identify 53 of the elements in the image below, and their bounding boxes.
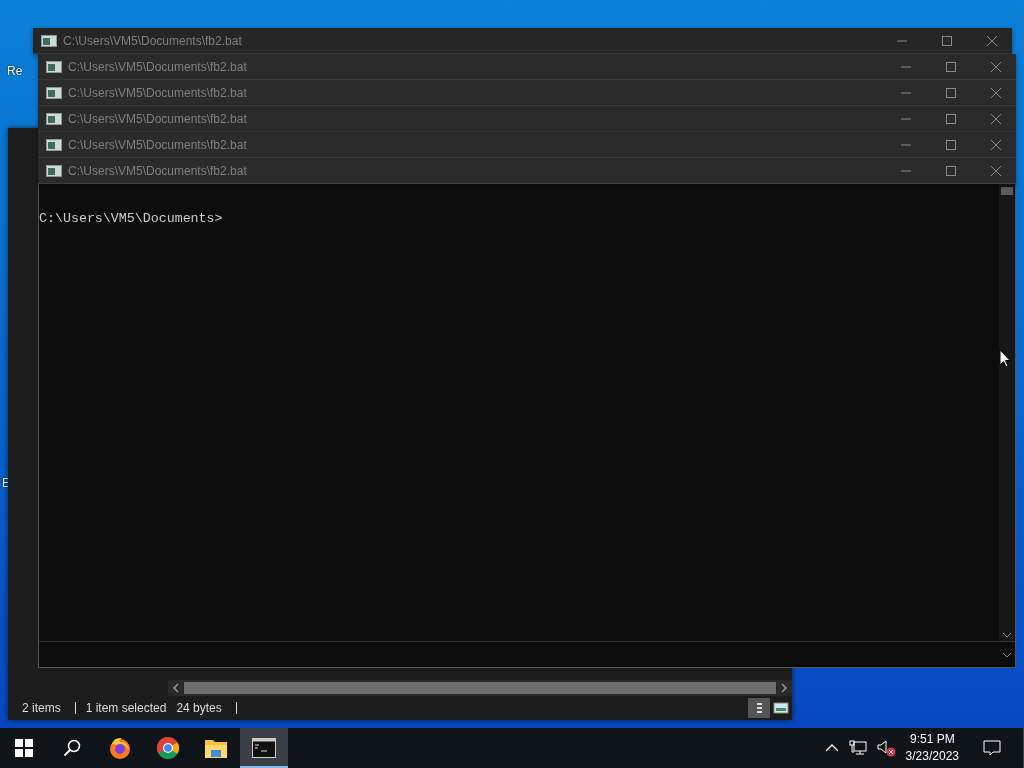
maximize-button[interactable] bbox=[945, 164, 957, 177]
close-button[interactable] bbox=[990, 112, 1002, 125]
details-view-icon[interactable] bbox=[748, 698, 770, 718]
maximize-button[interactable] bbox=[945, 138, 957, 151]
status-text: 1 item selected bbox=[85, 701, 168, 715]
status-text: 2 items bbox=[22, 701, 62, 715]
window-title: C:\Users\VM5\Documents\fb2.bat bbox=[68, 163, 247, 178]
folder-icon bbox=[204, 737, 228, 759]
console-icon bbox=[46, 164, 62, 177]
clock-time[interactable]: 9:51 PM bbox=[909, 731, 955, 748]
chevron-up-icon[interactable] bbox=[824, 743, 839, 753]
window-title-bar[interactable]: C:\Users\VM5\Documents\fb2.bat bbox=[33, 28, 1012, 54]
console-icon bbox=[46, 138, 62, 151]
windows-logo-icon bbox=[15, 739, 33, 757]
maximize-button[interactable] bbox=[941, 34, 953, 47]
search-icon bbox=[63, 739, 81, 757]
window-title: C:\Users\VM5\Documents\fb2.bat bbox=[63, 33, 242, 48]
maximize-button[interactable] bbox=[945, 86, 957, 99]
terminal-icon bbox=[252, 738, 276, 758]
console-icon bbox=[41, 34, 57, 47]
window-title: C:\Users\VM5\Documents\fb2.bat bbox=[68, 59, 247, 74]
status-text: 24 bytes bbox=[176, 701, 223, 715]
window-title: C:\Users\VM5\Documents\fb2.bat bbox=[68, 111, 247, 126]
window-title-bar[interactable]: C:\Users\VM5\Documents\fb2.bat bbox=[38, 80, 1016, 106]
desktop-icon-label: E bbox=[2, 476, 10, 490]
scrollbar-thumb[interactable] bbox=[1001, 187, 1013, 195]
window-title-bar[interactable]: C:\Users\VM5\Documents\fb2.bat bbox=[38, 158, 1016, 184]
close-button[interactable] bbox=[990, 86, 1002, 99]
network-icon[interactable] bbox=[848, 740, 867, 756]
scrollbar-thumb[interactable] bbox=[184, 682, 776, 694]
window-title-bar[interactable]: C:\Users\VM5\Documents\fb2.bat bbox=[38, 54, 1016, 80]
taskbar-button[interactable] bbox=[240, 728, 288, 768]
desktop-icon-label: Re bbox=[7, 64, 23, 78]
close-button[interactable] bbox=[986, 34, 998, 47]
window-title-bar[interactable]: C:\Users\VM5\Documents\fb2.bat bbox=[38, 132, 1016, 158]
close-button[interactable] bbox=[990, 138, 1002, 151]
mouse-pointer-icon bbox=[999, 349, 1011, 368]
window-title: C:\Users\VM5\Documents\fb2.bat bbox=[68, 137, 247, 152]
browser-icon bbox=[108, 736, 132, 760]
volume-muted-icon[interactable] bbox=[876, 739, 897, 757]
notification-icon[interactable] bbox=[983, 739, 1001, 757]
console-icon bbox=[46, 86, 62, 99]
close-button[interactable] bbox=[990, 60, 1002, 73]
console-text: C:\Users\VM5\Documents> bbox=[39, 211, 224, 227]
maximize-button[interactable] bbox=[945, 60, 957, 73]
console-icon bbox=[46, 60, 62, 73]
maximize-button[interactable] bbox=[945, 112, 957, 125]
browser-icon bbox=[156, 736, 180, 760]
clock-date[interactable]: 3/23/2023 bbox=[905, 748, 959, 765]
window-title: C:\Users\VM5\Documents\fb2.bat bbox=[68, 85, 247, 100]
window-title-bar[interactable]: C:\Users\VM5\Documents\fb2.bat bbox=[38, 106, 1016, 132]
console-icon bbox=[46, 112, 62, 125]
close-button[interactable] bbox=[990, 164, 1002, 177]
